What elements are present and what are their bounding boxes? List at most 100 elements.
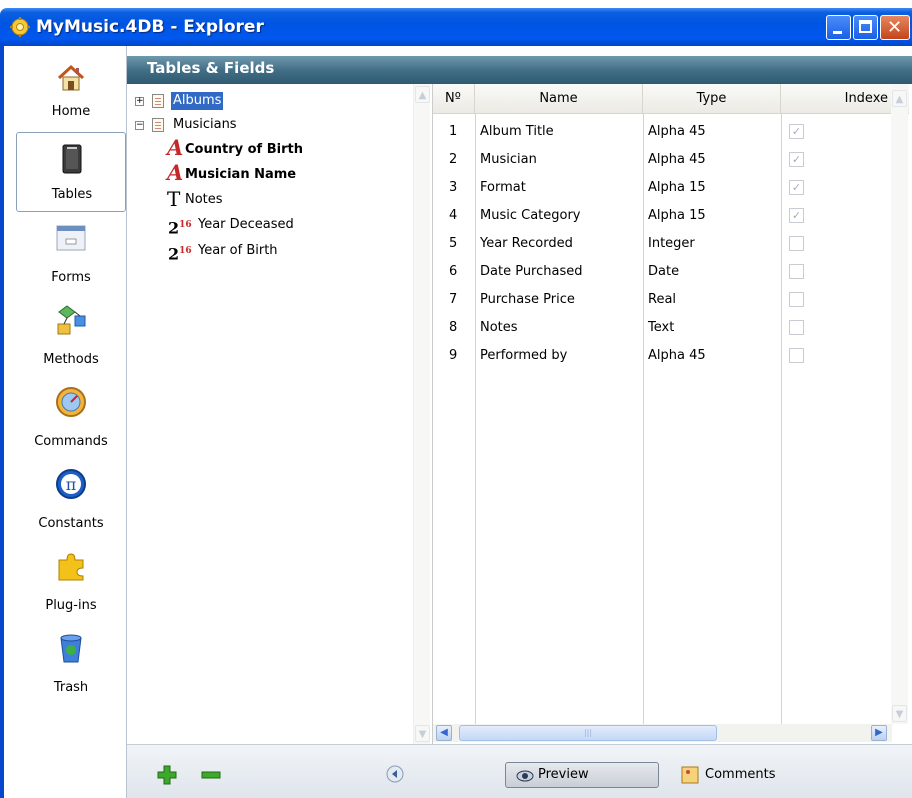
- cell-no: 4: [449, 208, 458, 223]
- tree-field-label: Year Deceased: [198, 217, 294, 232]
- indexed-checkbox[interactable]: [789, 292, 804, 307]
- nav-label-trash: Trash: [53, 680, 89, 695]
- nav-item-tables[interactable]: Tables: [16, 132, 126, 212]
- integer-field-icon: 216: [168, 240, 192, 265]
- tree-field-label: Notes: [185, 192, 223, 207]
- cell-type: Real: [648, 292, 677, 307]
- cell-name: Musician: [480, 152, 537, 167]
- cell-type: Text: [648, 320, 675, 335]
- grid-horizontal-scrollbar[interactable]: ◀ ||| ▶: [433, 724, 892, 742]
- nav-label-methods: Methods: [43, 352, 99, 367]
- table-row[interactable]: 9 Performed by Alpha 45: [433, 342, 893, 370]
- collapse-icon[interactable]: −: [135, 121, 144, 130]
- table-row[interactable]: 8 Notes Text: [433, 314, 893, 342]
- nav-item-home[interactable]: Home: [16, 50, 126, 130]
- table-row[interactable]: 4 Music Category Alpha 15 ✓: [433, 202, 893, 230]
- remove-icon[interactable]: [201, 771, 221, 779]
- alpha-field-icon: A: [167, 135, 184, 160]
- add-icon[interactable]: [157, 765, 177, 785]
- col-header-type[interactable]: Type: [643, 84, 781, 114]
- expand-icon[interactable]: +: [135, 97, 144, 106]
- table-row[interactable]: 2 Musician Alpha 45 ✓: [433, 146, 893, 174]
- fields-grid: Nº Name Type Indexe 1 Album Title Alpha 45…: [432, 84, 909, 744]
- cell-name: Date Purchased: [480, 264, 583, 279]
- tree-field-label: Year of Birth: [198, 243, 278, 258]
- maximize-icon: [859, 20, 872, 33]
- tables-tree: + Albums − Musicians A Country of Birth …: [127, 84, 430, 744]
- indexed-checkbox[interactable]: ✓: [789, 180, 804, 195]
- cell-name: Album Title: [480, 124, 554, 139]
- nav-label-plugins: Plug-ins: [45, 598, 97, 613]
- table-row[interactable]: 5 Year Recorded Integer: [433, 230, 893, 258]
- minimize-icon: [833, 31, 842, 34]
- cell-no: 9: [449, 348, 458, 363]
- cell-name: Purchase Price: [480, 292, 575, 307]
- cell-type: Integer: [648, 236, 695, 251]
- nav-item-commands[interactable]: Commands: [16, 378, 126, 458]
- nav-item-forms[interactable]: Forms: [16, 214, 126, 294]
- comments-button[interactable]: Comments: [681, 762, 775, 788]
- plugins-icon: [58, 553, 84, 581]
- tree-field-label: Country of Birth: [185, 142, 303, 157]
- table-row[interactable]: 3 Format Alpha 15 ✓: [433, 174, 893, 202]
- indexed-checkbox[interactable]: [789, 348, 804, 363]
- table-row[interactable]: 1 Album Title Alpha 45 ✓: [433, 118, 893, 146]
- collapse-panel-icon[interactable]: [386, 765, 404, 783]
- indexed-checkbox[interactable]: [789, 264, 804, 279]
- nav-label-tables: Tables: [51, 187, 93, 202]
- close-icon: ✕: [887, 17, 903, 38]
- scroll-up-icon[interactable]: ▲: [892, 90, 907, 107]
- alpha-field-icon: A: [167, 160, 184, 185]
- nav-item-methods[interactable]: Methods: [16, 296, 126, 376]
- indexed-checkbox[interactable]: ✓: [789, 152, 804, 167]
- preview-label: Preview: [538, 767, 589, 782]
- forms-icon: [56, 225, 86, 251]
- integer-glyph: 2: [168, 218, 180, 238]
- text-field-icon: T: [167, 187, 181, 211]
- grid-vertical-scrollbar[interactable]: ▲ ▼: [891, 84, 908, 724]
- nav-item-trash[interactable]: Trash: [16, 624, 126, 704]
- nav-label-constants: Constants: [38, 516, 104, 531]
- table-icon: [152, 94, 164, 108]
- indexed-checkbox[interactable]: [789, 236, 804, 251]
- cell-type: Alpha 15: [648, 180, 706, 195]
- table-icon: [152, 118, 164, 132]
- nav-item-plugins[interactable]: Plug-ins: [16, 542, 126, 622]
- constants-icon: π: [56, 469, 86, 499]
- cell-no: 2: [449, 152, 458, 167]
- close-button[interactable]: ✕: [880, 15, 910, 40]
- scroll-thumb[interactable]: |||: [459, 725, 717, 741]
- indexed-checkbox[interactable]: [789, 320, 804, 335]
- cell-no: 6: [449, 264, 458, 279]
- title-bar: MyMusic.4DB - Explorer ✕: [0, 8, 912, 46]
- scroll-down-icon[interactable]: ▼: [892, 705, 907, 722]
- col-header-indexed[interactable]: Indexe: [781, 84, 892, 114]
- col-header-name[interactable]: Name: [475, 84, 643, 114]
- indexed-checkbox[interactable]: ✓: [789, 208, 804, 223]
- preview-button[interactable]: Preview: [505, 762, 659, 788]
- table-row[interactable]: 6 Date Purchased Date: [433, 258, 893, 286]
- indexed-checkbox[interactable]: ✓: [789, 124, 804, 139]
- integer-sup: 16: [179, 246, 192, 256]
- explorer-sidebar: Home Tables Forms Methods Commands π Con…: [0, 46, 127, 798]
- trash-icon: [60, 634, 82, 663]
- tree-field-label: Musician Name: [185, 167, 297, 182]
- tree-scrollbar[interactable]: ▲ ▼: [413, 84, 430, 744]
- scroll-down-icon[interactable]: ▼: [415, 725, 430, 742]
- nav-item-constants[interactable]: π Constants: [16, 460, 126, 540]
- table-row[interactable]: 7 Purchase Price Real: [433, 286, 893, 314]
- cell-type: Alpha 45: [648, 348, 706, 363]
- minimize-button[interactable]: [826, 15, 851, 40]
- scroll-left-icon[interactable]: ◀: [436, 725, 452, 741]
- home-icon: [57, 64, 85, 91]
- scroll-right-icon[interactable]: ▶: [871, 725, 887, 741]
- methods-icon: [57, 305, 86, 335]
- cell-type: Alpha 45: [648, 124, 706, 139]
- scroll-up-icon[interactable]: ▲: [415, 86, 430, 103]
- cell-name: Performed by: [480, 348, 568, 363]
- maximize-button[interactable]: [853, 15, 878, 40]
- comments-icon: [681, 766, 699, 784]
- col-header-no[interactable]: Nº: [433, 84, 475, 114]
- svg-text:π: π: [66, 475, 77, 494]
- comments-label: Comments: [705, 767, 776, 782]
